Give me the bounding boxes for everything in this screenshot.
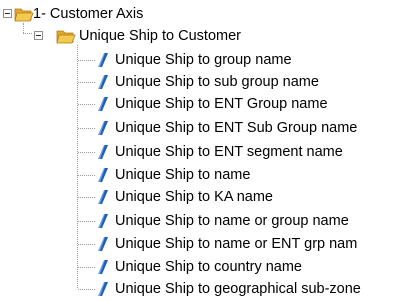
dimension-pin-icon — [98, 168, 108, 182]
tree-item-label: Unique Ship to country name — [115, 259, 302, 275]
tree-connector-line — [78, 289, 95, 290]
tree-item-label: Unique Ship to sub group name — [115, 74, 319, 90]
tree-connector-line — [78, 244, 95, 245]
tree-item-label: Unique Ship to KA name — [115, 189, 273, 205]
tree-item-row[interactable]: Unique Ship to name or group name — [0, 210, 417, 232]
dimension-pin-icon — [98, 214, 108, 228]
tree-item-row[interactable]: Unique Ship to ENT Group name — [0, 93, 417, 115]
tree-connector-line — [78, 175, 95, 176]
tree-connector-line — [78, 128, 95, 129]
tree-item-row[interactable]: Unique Ship to sub group name — [0, 71, 417, 93]
tree-item-row[interactable]: Unique Ship to ENT segment name — [0, 141, 417, 163]
dimension-pin-icon — [98, 190, 108, 204]
open-folder-icon — [14, 8, 34, 22]
dimension-pin-icon — [98, 121, 108, 135]
tree-connector-line — [78, 152, 95, 153]
dimension-pin-icon — [98, 237, 108, 251]
tree-item-row[interactable]: Unique Ship to ENT Sub Group name — [0, 117, 417, 139]
tree-root-label: 1- Customer Axis — [33, 6, 144, 22]
tree-item-label: Unique Ship to name or ENT grp nam — [115, 236, 358, 252]
tree-item-label: Unique Ship to geographical sub-zone — [115, 281, 361, 297]
dimension-pin-icon — [98, 53, 108, 67]
tree-item-label: Unique Ship to name or group name — [115, 213, 349, 229]
tree-item-row[interactable]: Unique Ship to group name — [0, 49, 417, 71]
collapse-toggle[interactable] — [34, 31, 43, 40]
tree-connector-line — [78, 267, 95, 268]
tree-item-label: Unique Ship to ENT Sub Group name — [115, 120, 358, 136]
tree-item-label: Unique Ship to ENT segment name — [115, 144, 343, 160]
tree-root-row[interactable]: 1- Customer Axis — [0, 3, 417, 25]
tree-item-row[interactable]: Unique Ship to name — [0, 164, 417, 186]
tree-connector-line — [78, 82, 95, 83]
tree-connector-line — [78, 60, 95, 61]
tree-item-row[interactable]: Unique Ship to name or ENT grp nam — [0, 233, 417, 255]
tree-item-label: Unique Ship to name — [115, 167, 251, 183]
dimension-pin-icon — [98, 282, 108, 296]
dimension-pin-icon — [98, 75, 108, 89]
open-folder-icon — [56, 30, 76, 44]
object-tree: 1- Customer Axis Unique Ship to Customer… — [0, 0, 417, 302]
dimension-pin-icon — [98, 145, 108, 159]
dimension-pin-icon — [98, 260, 108, 274]
collapse-toggle[interactable] — [3, 9, 12, 18]
tree-connector-line — [78, 197, 95, 198]
dimension-pin-icon — [98, 97, 108, 111]
tree-item-row[interactable]: Unique Ship to country name — [0, 256, 417, 278]
tree-group-row[interactable]: Unique Ship to Customer — [0, 25, 417, 47]
tree-group-label: Unique Ship to Customer — [79, 28, 241, 44]
tree-item-label: Unique Ship to ENT Group name — [115, 96, 328, 112]
tree-item-row[interactable]: Unique Ship to KA name — [0, 186, 417, 208]
tree-connector-line — [78, 221, 95, 222]
tree-connector-line — [78, 104, 95, 105]
tree-item-row[interactable]: Unique Ship to geographical sub-zone — [0, 278, 417, 300]
tree-item-label: Unique Ship to group name — [115, 52, 292, 68]
